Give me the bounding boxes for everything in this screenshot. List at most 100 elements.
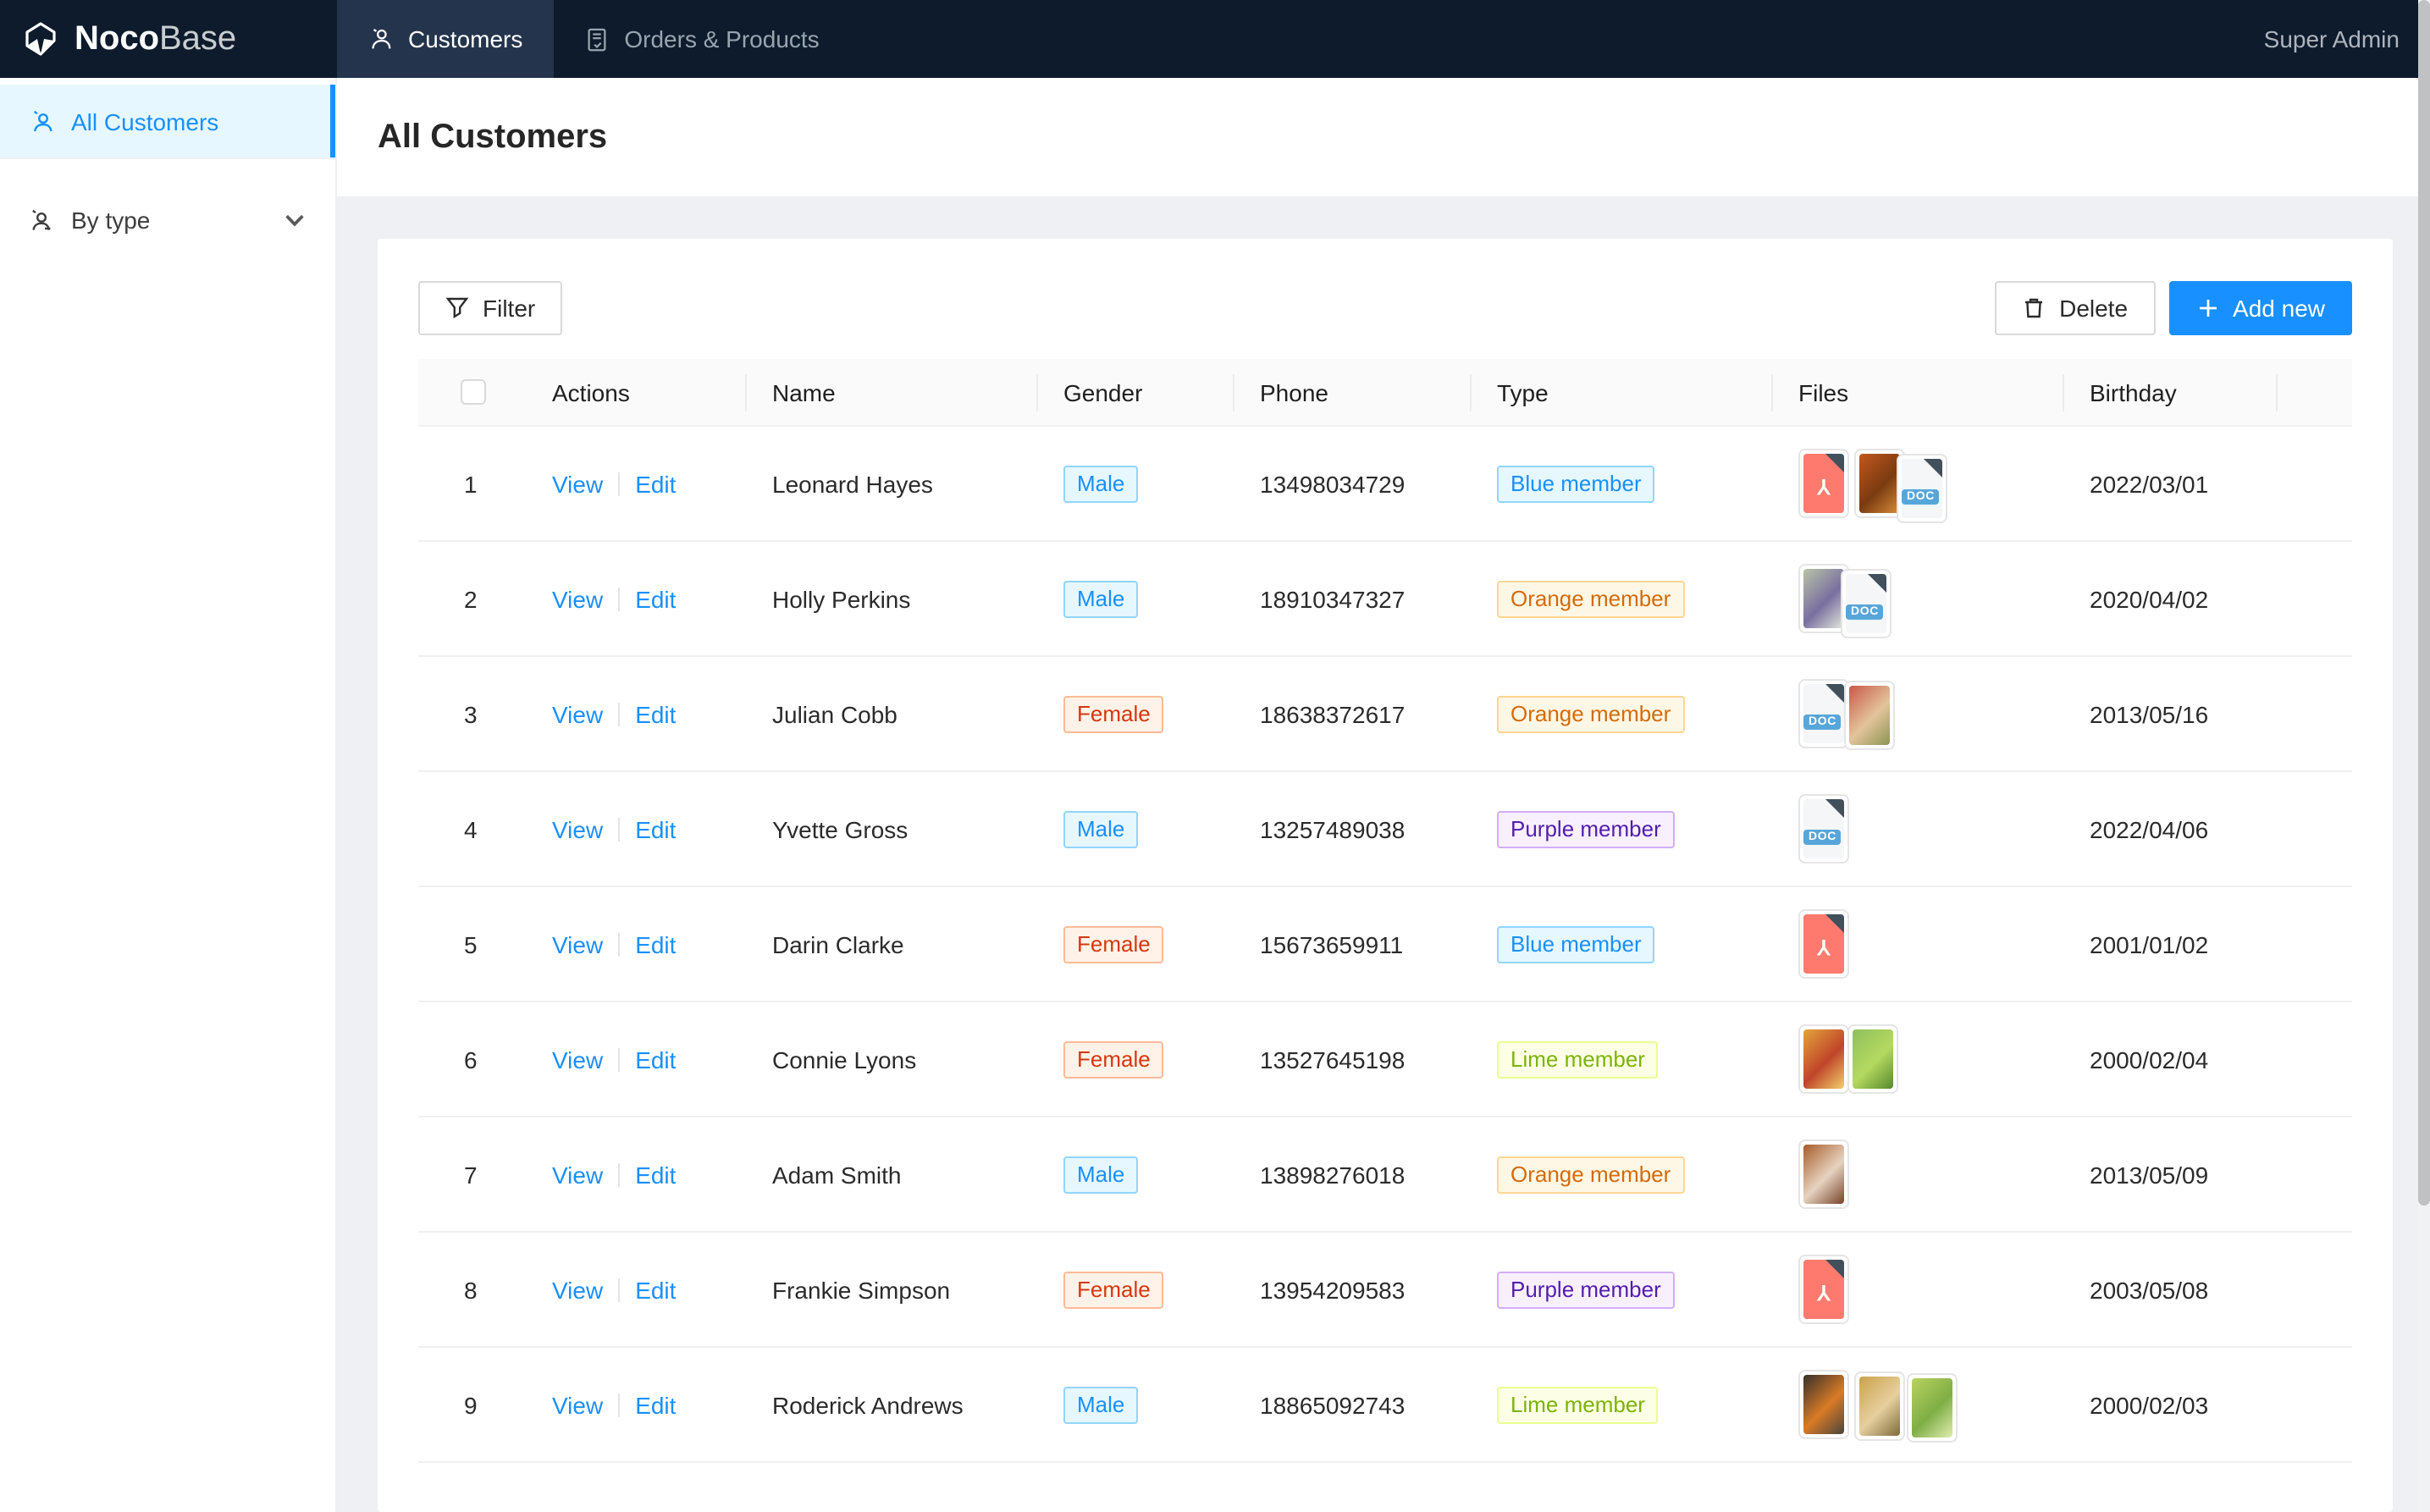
tab-orders-products[interactable]: Orders & Products: [553, 0, 849, 78]
birthday-cell: 2013/05/09: [2063, 1161, 2276, 1188]
edit-link[interactable]: Edit: [635, 1276, 676, 1303]
sidebar-item-label: All Customers: [71, 108, 218, 135]
adobe-glyph: ⅄: [1818, 477, 1831, 500]
pdf-attachment[interactable]: ⅄: [1798, 449, 1849, 518]
image-attachment[interactable]: [1907, 1373, 1958, 1443]
view-link[interactable]: View: [552, 930, 603, 957]
view-link[interactable]: View: [552, 1046, 603, 1073]
row-actions-cell: View Edit: [525, 815, 745, 842]
birthday-cell: 2022/03/01: [2063, 470, 2276, 497]
view-link[interactable]: View: [552, 585, 603, 612]
delete-button[interactable]: Delete: [1995, 281, 2155, 335]
adobe-glyph: ⅄: [1818, 1283, 1831, 1306]
top-menu: Customers Orders & Products: [337, 0, 850, 78]
table-row: 4ViewEditYvette GrossMale13257489038Purp…: [418, 772, 2352, 887]
folded-corner: [1825, 799, 1844, 818]
action-divider: [618, 1162, 620, 1186]
adobe-glyph: ⅄: [1818, 937, 1831, 961]
column-header-files: Files: [1771, 359, 2063, 425]
edit-link[interactable]: Edit: [635, 700, 676, 727]
phone-cell: 13257489038: [1233, 815, 1470, 842]
edit-link[interactable]: Edit: [635, 585, 676, 612]
phone-cell: 13498034729: [1233, 470, 1470, 497]
name-cell: Roderick Andrews: [745, 1391, 1036, 1418]
view-link[interactable]: View: [552, 1161, 603, 1188]
doc-attachment[interactable]: DOC: [1897, 454, 1947, 523]
gender-badge: Male: [1063, 810, 1138, 847]
filter-button[interactable]: Filter: [418, 281, 562, 335]
image-attachment[interactable]: [1854, 1371, 1905, 1441]
row-actions-cell: View Edit: [525, 700, 745, 727]
image-attachment[interactable]: [1798, 1140, 1849, 1209]
phone-cell: 13954209583: [1233, 1276, 1470, 1303]
edit-link[interactable]: Edit: [635, 930, 676, 957]
add-new-button[interactable]: Add new: [2168, 281, 2352, 335]
row-index-cell: 8: [418, 1276, 525, 1303]
name-cell: Connie Lyons: [745, 1046, 1036, 1073]
edit-link[interactable]: Edit: [635, 1161, 676, 1188]
files-cell: [1771, 1140, 2063, 1209]
folded-corner: [1825, 914, 1844, 933]
gender-cell: Female: [1036, 925, 1233, 963]
edit-link[interactable]: Edit: [635, 470, 676, 497]
table-row: 2ViewEditHolly PerkinsMale18910347327Ora…: [418, 542, 2352, 657]
phone-cell: 13527645198: [1233, 1046, 1470, 1073]
sidebar-item-by-type[interactable]: By type: [0, 183, 335, 257]
doc-attachment[interactable]: DOC: [1798, 794, 1849, 864]
files-cell: [1771, 1024, 2063, 1094]
pdf-attachment[interactable]: ⅄: [1798, 909, 1849, 979]
user-menu[interactable]: Super Admin: [2234, 0, 2430, 78]
type-cell: Blue member: [1470, 925, 1771, 963]
view-link[interactable]: View: [552, 700, 603, 727]
pdf-attachment[interactable]: ⅄: [1798, 1255, 1849, 1324]
row-actions-cell: View Edit: [525, 930, 745, 957]
doc-file-icon: DOC: [1803, 684, 1844, 743]
image-attachment[interactable]: [1844, 681, 1895, 750]
view-link[interactable]: View: [552, 1391, 603, 1418]
order-form-icon: [583, 26, 609, 52]
edit-link[interactable]: Edit: [635, 1046, 676, 1073]
table-row: 5ViewEditDarin ClarkeFemale15673659911Bl…: [418, 887, 2352, 1002]
edit-link[interactable]: Edit: [635, 1391, 676, 1418]
gender-cell: Male: [1036, 580, 1233, 617]
folded-corner: [1825, 454, 1844, 472]
image-attachment[interactable]: [1847, 1024, 1898, 1094]
select-all-checkbox[interactable]: [461, 379, 486, 405]
phone-cell: 13898276018: [1233, 1161, 1470, 1188]
table-header-row: Actions Name Gender Phone Type Files Bir…: [418, 359, 2352, 427]
edit-link[interactable]: Edit: [635, 815, 676, 842]
birthday-cell: 2000/02/03: [2063, 1391, 2276, 1418]
person-icon: [367, 26, 393, 52]
header-select-all-cell: [418, 359, 525, 425]
image-attachment[interactable]: [1798, 1024, 1849, 1094]
nocobase-logo[interactable]: NocoBase: [0, 0, 337, 78]
scrollbar-thumb[interactable]: [2418, 0, 2430, 1206]
view-link[interactable]: View: [552, 1276, 603, 1303]
view-link[interactable]: View: [552, 470, 603, 497]
row-actions-cell: View Edit: [525, 1161, 745, 1188]
view-link[interactable]: View: [552, 815, 603, 842]
nocobase-logo-text: NocoBase: [75, 22, 236, 56]
pdf-file-icon: ⅄: [1803, 914, 1844, 974]
birthday-cell: 2013/05/16: [2063, 700, 2276, 727]
img-file-icon: [1803, 1145, 1844, 1204]
type-badge: Blue member: [1497, 465, 1655, 502]
table-toolbar: Filter Delete: [418, 281, 2352, 335]
table-row: 7ViewEditAdam SmithMale13898276018Orange…: [418, 1117, 2352, 1233]
birthday-cell: 2022/04/06: [2063, 815, 2276, 842]
doc-file-icon: DOC: [1846, 574, 1886, 633]
tab-label: Customers: [408, 25, 522, 52]
top-navbar: NocoBase Customers Orders & Products: [0, 0, 2430, 78]
action-divider: [618, 1047, 620, 1071]
phone-cell: 18865092743: [1233, 1391, 1470, 1418]
sidebar-item-all-customers[interactable]: All Customers: [0, 85, 335, 159]
image-attachment[interactable]: [1798, 1370, 1849, 1439]
gender-cell: Female: [1036, 695, 1233, 732]
vertical-scrollbar[interactable]: [2418, 0, 2430, 1512]
column-header-gender: Gender: [1036, 359, 1233, 425]
user-name: Super Admin: [2264, 25, 2400, 52]
tab-customers[interactable]: Customers: [337, 0, 553, 78]
doc-attachment[interactable]: DOC: [1841, 569, 1892, 638]
action-divider: [618, 1277, 620, 1301]
doc-attachment[interactable]: DOC: [1798, 679, 1849, 748]
